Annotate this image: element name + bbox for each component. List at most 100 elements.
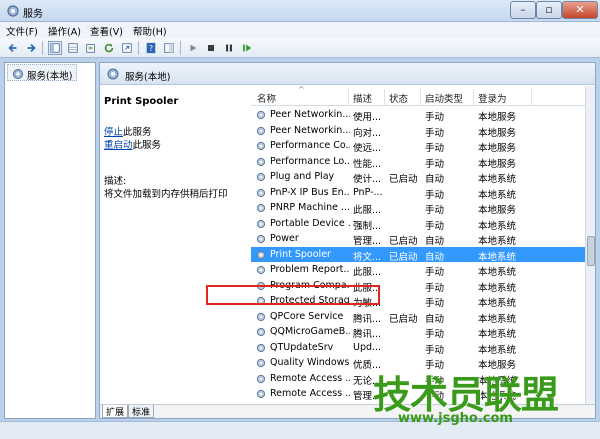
table-row[interactable]: Print Spooler 将文... 已启动 自动 本地系统 <box>251 246 585 263</box>
table-row[interactable]: QQMicroGameB... 腾讯... 手动 本地系统 <box>251 324 585 340</box>
stop-service-icon[interactable] <box>204 41 218 55</box>
menu-view[interactable]: 查看(V) <box>90 24 123 38</box>
tab-standard[interactable]: 标准 <box>128 405 155 418</box>
restart-service-link[interactable]: 重启动 <box>104 140 133 151</box>
cell-description: 管理... <box>353 236 382 247</box>
table-row[interactable]: QTUpdateSrv Upd... 手动 本地系统 <box>251 340 585 356</box>
cell-description: 强制... <box>353 220 382 232</box>
close-icon: ✕ <box>575 3 585 16</box>
cell-logon-as: 本地服务 <box>478 112 517 123</box>
cell-name: Plug and Play <box>270 171 335 182</box>
cell-status: 已启动 <box>389 251 418 263</box>
cell-status: 已启动 <box>389 236 418 247</box>
cell-name: QTUpdateSrv <box>270 341 334 353</box>
column-divider[interactable] <box>348 89 349 105</box>
service-gear-icon <box>256 219 266 228</box>
start-service-icon[interactable] <box>186 41 200 55</box>
cell-startup-type: 手动 <box>425 298 445 309</box>
column-divider[interactable] <box>384 89 385 105</box>
tab-extended[interactable]: 扩展 <box>102 405 129 418</box>
highlight-box <box>206 285 380 305</box>
service-gear-icon <box>256 157 266 166</box>
service-gear-icon <box>256 374 266 383</box>
console-tree-icon[interactable] <box>48 41 62 55</box>
column-divider[interactable] <box>473 89 474 105</box>
table-row[interactable]: Portable Device ... 强制... 手动 本地系统 <box>251 216 585 232</box>
table-row[interactable]: PnP-X IP Bus En... PnP-... 手动 本地系统 <box>251 185 585 201</box>
toolbar-divider <box>180 41 181 55</box>
table-body: Peer Networkin... 使用... 手动 本地服务 Peer Network… <box>251 107 585 404</box>
menu-help[interactable]: 帮助(H) <box>133 24 167 38</box>
cell-startup-type: 自动 <box>425 174 445 185</box>
table-row[interactable]: Peer Networkin... 向对... 手动 本地服务 <box>251 123 585 139</box>
service-gear-icon <box>256 358 266 368</box>
cell-startup-type: 手动 <box>425 205 445 216</box>
column-header-description[interactable]: 描述 <box>353 91 372 105</box>
main-pane-title: 服务(本地) <box>125 72 171 83</box>
cell-description: 使用... <box>353 112 382 123</box>
cell-name: Performance Co... <box>270 140 350 151</box>
services-table: 名称 ^ 描述 状态 启动类型 登录为 Peer Networkin... 使用.… <box>251 86 595 404</box>
table-row[interactable]: PNRP Machine ... 此服... 手动 本地服务 <box>251 200 585 216</box>
table-row[interactable]: Plug and Play 使计... 已启动 自动 本地系统 <box>251 169 585 185</box>
show-hide-pane-icon[interactable] <box>162 41 176 55</box>
cell-name: Portable Device ... <box>270 217 350 229</box>
table-row[interactable]: Power 管理... 已启动 自动 本地系统 <box>251 231 585 247</box>
column-header-status[interactable]: 状态 <box>389 91 408 105</box>
column-header-name[interactable]: 名称 <box>257 91 276 105</box>
help-book-icon[interactable]: ? <box>144 41 158 55</box>
table-row[interactable]: Performance Lo... 性能... 手动 本地服务 <box>251 154 585 170</box>
export-icon[interactable] <box>120 41 134 55</box>
minimize-button[interactable]: – <box>510 1 536 19</box>
cell-logon-as: 本地系统 <box>478 344 517 356</box>
cell-description: 腾讯... <box>353 329 382 340</box>
table-row[interactable]: Peer Networkin... 使用... 手动 本地服务 <box>251 107 585 123</box>
cell-name: Performance Lo... <box>270 155 350 167</box>
cell-logon-as: 本地服务 <box>478 205 517 216</box>
cell-description: 使远... <box>353 143 382 154</box>
cell-name: Peer Networkin... <box>270 109 350 120</box>
scrollbar-thumb[interactable] <box>587 236 595 266</box>
description-pane: Print Spooler 停止此服务 重启动此服务 描述: 将文件加载到内存供… <box>100 86 250 404</box>
cell-logon-as: 本地系统 <box>478 251 517 263</box>
cell-logon-as: 本地系统 <box>478 313 517 325</box>
cell-description: 将文... <box>353 251 382 263</box>
forward-arrow-icon[interactable] <box>24 41 38 55</box>
vertical-scrollbar[interactable] <box>585 86 595 404</box>
column-header-logon-as[interactable]: 登录为 <box>478 91 507 105</box>
tree-node-services-local[interactable]: 服务(本地) <box>7 64 77 82</box>
service-gear-icon <box>256 327 266 337</box>
cell-startup-type: 手动 <box>425 329 445 340</box>
table-row[interactable]: Performance Co... 使远... 手动 本地服务 <box>251 138 585 154</box>
export-list-icon[interactable] <box>84 41 98 55</box>
column-header-startup-type[interactable]: 启动类型 <box>425 91 463 105</box>
properties-grid-icon[interactable] <box>66 41 80 55</box>
service-gear-icon <box>256 172 266 182</box>
cell-name: PNRP Machine ... <box>270 202 350 213</box>
restart-service-suffix: 此服务 <box>132 140 162 151</box>
column-divider[interactable] <box>420 89 421 105</box>
back-arrow-icon[interactable] <box>6 41 20 55</box>
cell-name: Quality Windows... <box>270 357 350 368</box>
maximize-button[interactable]: ▫ <box>536 1 562 19</box>
cell-status: 已启动 <box>389 174 418 185</box>
selected-service-name: Print Spooler <box>104 96 179 107</box>
cell-logon-as: 本地服务 <box>478 127 517 139</box>
cell-description: 向对... <box>353 127 382 139</box>
pause-service-icon[interactable] <box>222 41 236 55</box>
watermark-url: www.jsgho.com <box>398 411 513 426</box>
restart-service-icon[interactable] <box>240 41 254 55</box>
table-row[interactable]: Problem Report... 此服... 手动 本地系统 <box>251 262 585 278</box>
menu-file[interactable]: 文件(F) <box>6 24 38 38</box>
toolbar-divider <box>42 41 43 55</box>
menu-action[interactable]: 操作(A) <box>48 24 81 38</box>
table-row[interactable]: QPCore Service 腾讯... 已启动 自动 本地系统 <box>251 309 585 325</box>
refresh-icon[interactable] <box>102 41 116 55</box>
tree-node-label: 服务(本地) <box>27 71 73 82</box>
cell-logon-as: 本地系统 <box>478 189 517 201</box>
table-header: 名称 ^ 描述 状态 启动类型 登录为 <box>251 86 585 106</box>
column-divider[interactable] <box>531 89 532 105</box>
window-title: 服务 <box>23 9 43 20</box>
cell-name: QQMicroGameB... <box>270 326 350 337</box>
close-button[interactable]: ✕ <box>562 1 598 19</box>
